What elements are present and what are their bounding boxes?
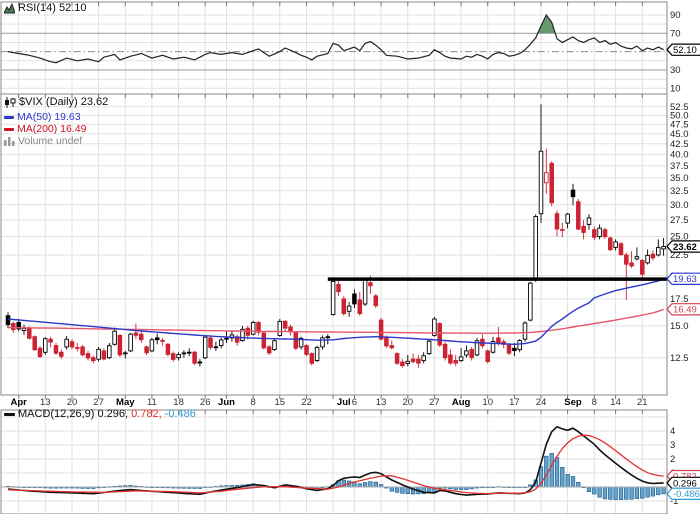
axis-value-box-label: 19.63 [673, 274, 697, 285]
price-axis-label: 37.5 [670, 161, 689, 172]
rsi-line [7, 13, 664, 64]
date-axis-label: 6 [352, 397, 357, 408]
date-axis-label: Apr [11, 397, 28, 408]
rsi-legend-label: RSI(14) 52.10 [18, 2, 87, 14]
ma200-line-icon [4, 127, 14, 131]
date-axis-label: 10 [482, 397, 493, 408]
price-axis-label: 15.0 [670, 321, 689, 332]
price-axis-label: 27.5 [670, 215, 689, 226]
ma200-legend: MA(200) 16.49 [4, 123, 86, 135]
date-axis-label: 21 [637, 397, 648, 408]
price-axis-label: 12.5 [670, 353, 689, 364]
macd-axis-label: 4 [670, 426, 675, 437]
date-axis-label: 13 [40, 397, 51, 408]
symbol-legend: $VIX (Daily) 23.62 [4, 96, 108, 108]
date-axis-label: 11 [147, 397, 157, 408]
price-axis-label: 32.5 [670, 186, 689, 197]
date-axis-label: 24 [536, 397, 547, 408]
date-axis-label: 17 [509, 397, 520, 408]
rsi-axis-label: 10 [670, 84, 681, 95]
macd-signal-line [7, 434, 664, 495]
date-axis-label: 22 [301, 397, 312, 408]
date-axis-label: 15 [275, 397, 286, 408]
macd-axis-label: 3 [670, 440, 675, 451]
volume-bars-icon [4, 137, 15, 146]
macd-legend-label: MACD(12,26,9) 0.296, [18, 408, 129, 420]
date-axis-label: 14 [610, 397, 621, 408]
candlestick-icon [5, 96, 16, 108]
date-axis-label: 27 [429, 397, 440, 408]
price-axis-label: 40.0 [670, 150, 689, 161]
symbol-legend-label: $VIX (Daily) 23.62 [19, 96, 109, 108]
date-axis-label: 8 [592, 397, 597, 408]
axis-value-box-label: 52.10 [673, 45, 697, 56]
date-axis-label: Sep [564, 397, 582, 408]
date-axis-label: Jun [218, 397, 235, 408]
price-axis-label: 30.0 [670, 200, 689, 211]
rsi-legend: RSI(14) 52.10 [4, 2, 86, 14]
price-axis-label: 42.5 [670, 139, 689, 150]
rsi-axis-label: 30 [670, 65, 681, 76]
chart-canvas[interactable]: 52.550.047.545.042.540.037.535.032.530.0… [0, 0, 700, 514]
ma50-legend-label: MA(50) 19.63 [17, 111, 81, 123]
date-axis-label: Aug [452, 397, 471, 408]
rsi-area-icon [4, 2, 15, 13]
date-axis-label: 8 [251, 397, 256, 408]
volume-legend: Volume undef [4, 135, 82, 147]
rsi-axis-label: 70 [670, 29, 681, 40]
axis-value-box-label: 16.49 [673, 305, 697, 316]
date-axis-label: 20 [67, 397, 78, 408]
ma50-legend: MA(50) 19.63 [4, 111, 81, 123]
macd-line [7, 425, 664, 496]
date-axis-label: 20 [403, 397, 414, 408]
date-axis-label: May [116, 397, 135, 408]
macd-legend-signal-value: 0.782, [131, 408, 162, 420]
macd-line-icon [4, 412, 15, 416]
axis-value-box-label: -0.486 [673, 489, 700, 500]
volume-legend-label: Volume undef [18, 135, 83, 147]
ma50-line [7, 278, 664, 346]
macd-axis-label: 2 [670, 454, 675, 465]
price-axis-label: 35.0 [670, 173, 689, 184]
macd-legend-hist-value: -0.486 [164, 408, 196, 420]
chart[interactable]: 52.5 50.0 47.5 45.0 42.5 40.0 37.5 35.0 32.5 30.0… [0, 0, 700, 514]
date-axis-label: 13 [376, 397, 387, 408]
rsi-axis-label: 90 [670, 10, 681, 21]
ma200-line [7, 308, 664, 334]
date-axis-label: Jul [337, 397, 351, 408]
date-axis-label: 27 [93, 397, 104, 408]
ma200-legend-label: MA(200) 16.49 [17, 123, 87, 135]
ma50-line-icon [4, 115, 14, 119]
axis-value-box-label: 23.62 [673, 242, 697, 253]
macd-legend: MACD(12,26,9) 0.296, 0.782, -0.486 [4, 408, 196, 420]
date-axis-label: 26 [200, 397, 211, 408]
date-axis-label: 18 [173, 397, 184, 408]
